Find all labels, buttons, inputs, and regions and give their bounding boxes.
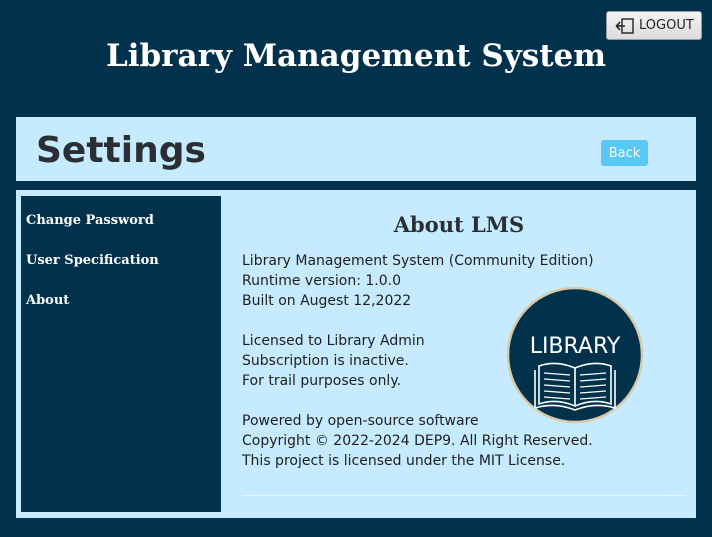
logout-label: LOGOUT [639,18,694,33]
logout-button[interactable]: LOGOUT [606,11,702,40]
library-logo: LIBRARY [506,286,644,424]
product-name: Library Management System (Community Edi… [242,253,594,269]
subscription-status: Subscription is inactive. [242,353,409,369]
page-title: Settings [36,130,206,171]
logo-text: LIBRARY [530,334,621,359]
about-title: About LMS [393,212,525,237]
sidebar: Change Password User Specification About [21,196,221,512]
build-date: Built on Augest 12,2022 [242,293,412,309]
app-title: Library Management System [105,38,607,74]
divider [242,495,686,496]
license-info: This project is licensed under the MIT L… [242,453,566,469]
logout-icon [615,17,634,34]
settings-header: Settings Back [16,117,696,181]
trial-note: For trail purposes only. [242,373,402,389]
back-button[interactable]: Back [601,140,648,166]
sidebar-item-user-specification[interactable]: User Specification [26,253,159,268]
powered-by: Powered by open-source software [242,413,479,429]
sidebar-item-change-password[interactable]: Change Password [26,213,154,228]
license-owner: Licensed to Library Admin [242,333,425,349]
sidebar-item-about[interactable]: About [26,293,69,308]
runtime-version: Runtime version: 1.0.0 [242,273,401,289]
copyright: Copyright © 2022-2024 DEP9. All Right Re… [242,433,593,449]
